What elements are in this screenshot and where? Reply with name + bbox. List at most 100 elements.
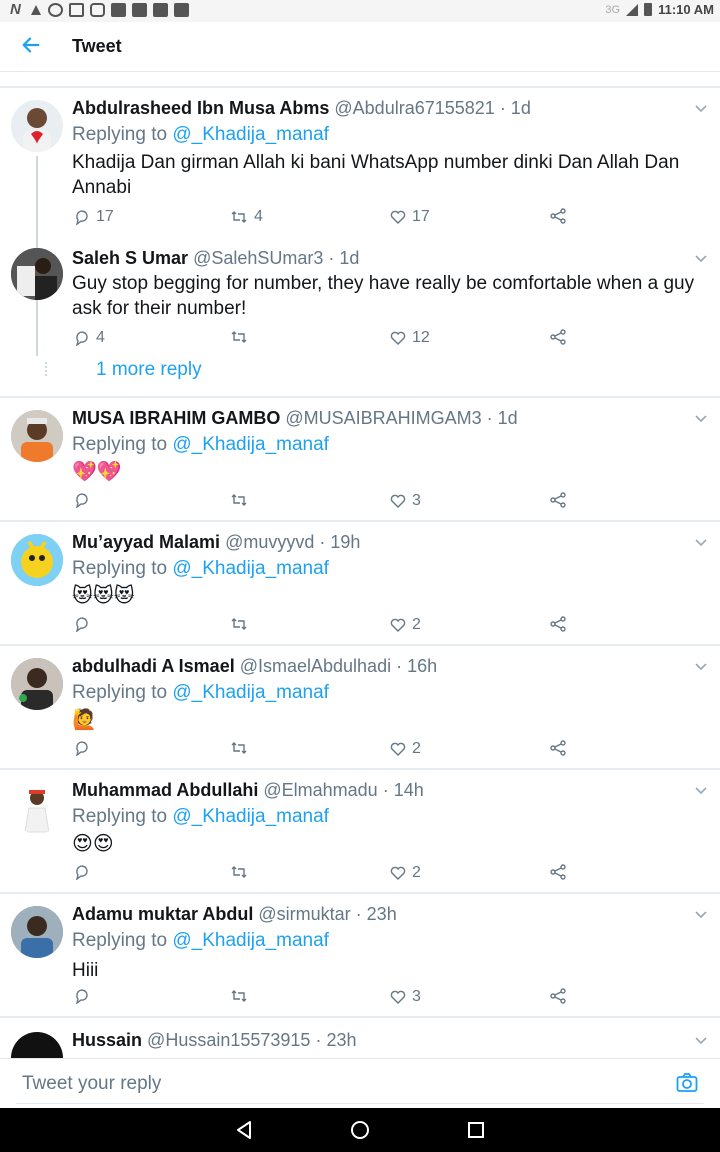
system-nav-bar: [0, 1108, 720, 1152]
avatar[interactable]: [11, 906, 63, 958]
share-button[interactable]: [550, 616, 566, 632]
display-name[interactable]: abdulhadi A Ismael: [72, 656, 235, 676]
avatar[interactable]: [11, 248, 63, 300]
tweet-text: 😻😻😻: [72, 585, 135, 607]
share-button[interactable]: [550, 740, 566, 756]
display-name[interactable]: Saleh S Umar: [72, 248, 188, 268]
reply-button[interactable]: [74, 740, 90, 756]
reply-button[interactable]: [74, 492, 90, 508]
notification-icons: N: [10, 2, 189, 17]
share-button[interactable]: [550, 988, 566, 1004]
mention-link[interactable]: @_Khadija_manaf: [172, 806, 329, 827]
camera-icon[interactable]: [676, 1073, 698, 1093]
retweet-button[interactable]: [230, 492, 248, 508]
reply-button[interactable]: [74, 864, 90, 880]
retweet-icon: [231, 211, 247, 223]
chevron-down-icon[interactable]: [694, 412, 708, 426]
tweet[interactable]: Adamu muktar Abdul @sirmuktar · 23h Repl…: [0, 894, 720, 1016]
chevron-down-icon[interactable]: [694, 252, 708, 266]
tweet-actions: 2: [72, 740, 592, 762]
tweet[interactable]: Muhammad Abdullahi @Elmahmadu · 14h Repl…: [0, 770, 720, 892]
tweet-text: 💖💖: [72, 461, 122, 483]
handle[interactable]: @Hussain15573915: [147, 1030, 310, 1050]
avatar[interactable]: [11, 410, 63, 462]
display-name[interactable]: Muhammad Abdullahi: [72, 780, 258, 800]
mention-link[interactable]: @_Khadija_manaf: [172, 434, 329, 455]
more-replies-link[interactable]: 1 more reply: [96, 359, 202, 381]
like-button[interactable]: 12: [390, 329, 430, 347]
retweet-button[interactable]: [230, 988, 248, 1004]
tweet[interactable]: abdulhadi A Ismael @IsmaelAbdulhadi · 16…: [0, 646, 720, 768]
handle[interactable]: @Elmahmadu: [263, 780, 377, 800]
handle[interactable]: @SalehSUmar3: [193, 248, 323, 268]
retweet-button[interactable]: [230, 864, 248, 880]
tweet[interactable]: Saleh S Umar @SalehSUmar3 · 1d Guy stop …: [0, 240, 720, 390]
tweet[interactable]: Mu’ayyad Malami @muvyyvd · 19h Replying …: [0, 522, 720, 644]
chevron-down-icon[interactable]: [694, 102, 708, 116]
avatar[interactable]: [11, 782, 63, 834]
like-button[interactable]: 2: [390, 740, 421, 758]
tweet-text: 😍😍: [72, 833, 114, 855]
reply-button[interactable]: [74, 616, 90, 632]
reply-icon: [76, 989, 88, 1004]
handle[interactable]: @MUSAIBRAHIMGAM3: [285, 408, 481, 428]
chevron-down-icon[interactable]: [694, 1034, 708, 1048]
like-button[interactable]: 2: [390, 616, 421, 634]
share-button[interactable]: [550, 492, 566, 508]
share-button[interactable]: [550, 864, 566, 880]
home-circle-icon[interactable]: [348, 1118, 372, 1142]
like-count: 3: [412, 988, 421, 1005]
share-button[interactable]: [550, 208, 566, 224]
avatar[interactable]: [11, 658, 63, 710]
back-arrow-icon[interactable]: [20, 34, 44, 58]
reply-button[interactable]: 17: [74, 208, 114, 226]
heart-icon: [390, 494, 406, 508]
mention-link[interactable]: @_Khadija_manaf: [172, 558, 329, 579]
recents-square-icon[interactable]: [464, 1118, 488, 1142]
retweet-button[interactable]: 4: [230, 208, 263, 226]
avatar[interactable]: [11, 100, 63, 152]
display-name[interactable]: Hussain: [72, 1030, 142, 1050]
reply-icon: [76, 865, 88, 880]
retweet-button[interactable]: [230, 616, 248, 632]
handle[interactable]: @muvyyvd: [225, 532, 314, 552]
display-name[interactable]: Abdulrasheed Ibn Musa Abms: [72, 98, 329, 118]
avatar[interactable]: [11, 534, 63, 586]
handle[interactable]: @Abdulra67155821: [334, 98, 494, 118]
tweet-actions: 3: [72, 492, 592, 514]
like-button[interactable]: 2: [390, 864, 421, 882]
reply-button[interactable]: [74, 988, 90, 1004]
like-button[interactable]: 17: [390, 208, 430, 226]
display-name[interactable]: Adamu muktar Abdul: [72, 904, 253, 924]
handle[interactable]: @sirmuktar: [258, 904, 350, 924]
display-name[interactable]: Mu’ayyad Malami: [72, 532, 220, 552]
display-name[interactable]: MUSA IBRAHIM GAMBO: [72, 408, 280, 428]
chevron-down-icon[interactable]: [694, 908, 708, 922]
back-triangle-icon[interactable]: [232, 1118, 256, 1142]
tweet[interactable]: Hussain @Hussain15573915 · 23h: [0, 1018, 720, 1058]
tweet[interactable]: MUSA IBRAHIM GAMBO @MUSAIBRAHIMGAM3 · 1d…: [0, 398, 720, 520]
retweet-button[interactable]: [230, 740, 248, 756]
chevron-down-icon[interactable]: [694, 536, 708, 550]
retweet-icon: [231, 990, 247, 1002]
reply-input[interactable]: [22, 1067, 662, 1101]
mention-link[interactable]: @_Khadija_manaf: [172, 124, 329, 145]
reply-feed[interactable]: Abdulrasheed Ibn Musa Abms @Abdulra67155…: [0, 72, 720, 1058]
tweet[interactable]: Abdulrasheed Ibn Musa Abms @Abdulra67155…: [0, 88, 720, 356]
share-button[interactable]: [550, 329, 566, 345]
chevron-down-icon[interactable]: [694, 784, 708, 798]
chevron-down-icon[interactable]: [694, 660, 708, 674]
like-button[interactable]: 3: [390, 988, 421, 1006]
avatar[interactable]: [11, 1032, 63, 1058]
reply-icon: [76, 210, 88, 225]
mention-link[interactable]: @_Khadija_manaf: [172, 682, 329, 703]
replying-label: Replying to: [72, 682, 168, 703]
mention-link[interactable]: @_Khadija_manaf: [172, 930, 329, 951]
handle[interactable]: @IsmaelAbdulhadi: [240, 656, 391, 676]
like-button[interactable]: 3: [390, 492, 421, 510]
whatsapp-icon: [48, 3, 63, 17]
tweet-header: MUSA IBRAHIM GAMBO @MUSAIBRAHIMGAM3 · 1d: [72, 408, 518, 429]
retweet-button[interactable]: [230, 329, 254, 345]
reply-button[interactable]: 4: [74, 329, 105, 347]
retweet-icon: [231, 618, 247, 630]
